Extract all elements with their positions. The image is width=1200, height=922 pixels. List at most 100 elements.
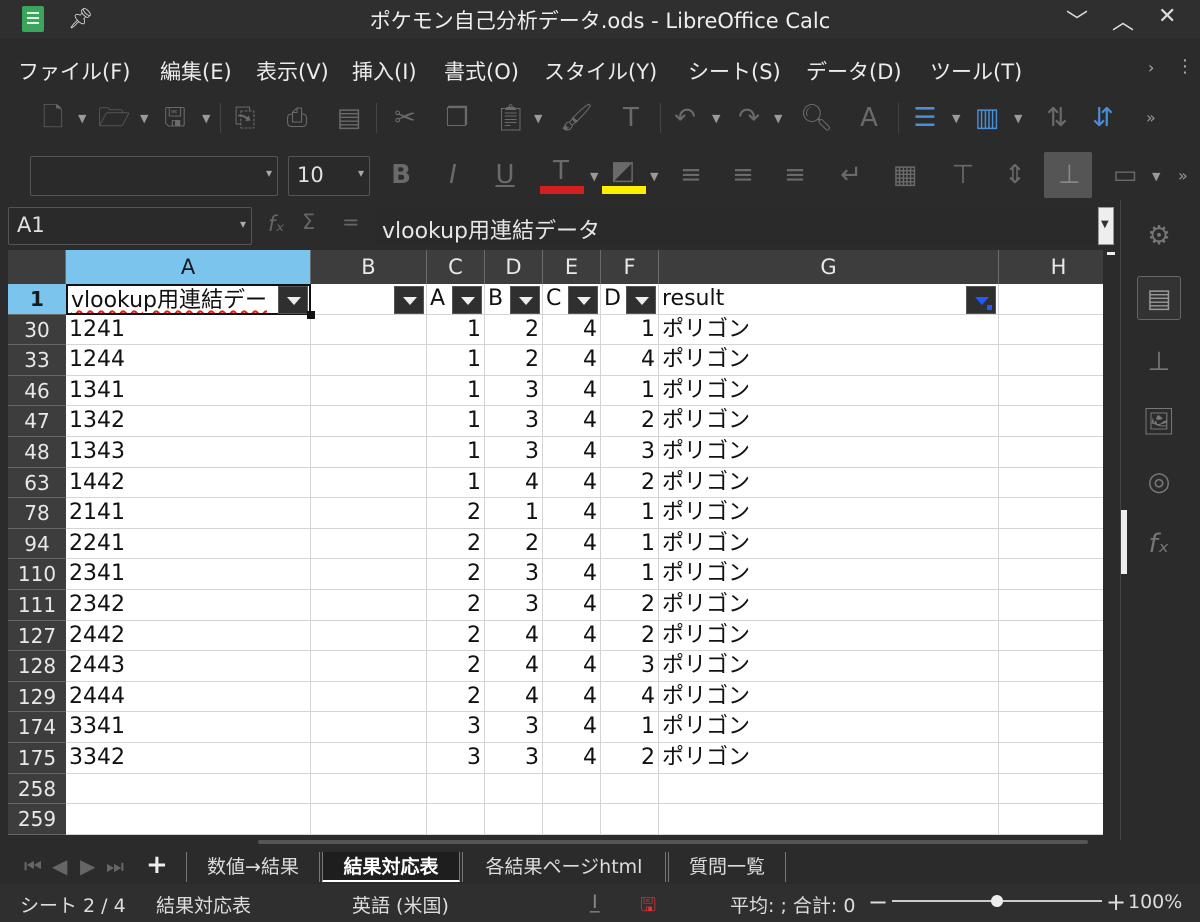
menu-more-icon[interactable]: ⋮	[1176, 56, 1194, 77]
table-cell[interactable]: ポリゴン	[659, 620, 999, 652]
page-icon[interactable]: ⊥	[1137, 340, 1181, 384]
table-cell[interactable]	[999, 712, 1103, 743]
table-cell[interactable]	[311, 773, 427, 805]
paste-icon[interactable]: 📋︎	[494, 103, 527, 133]
table-cell[interactable]	[311, 314, 427, 346]
table-cell[interactable]: 2	[601, 467, 659, 499]
table-cell[interactable]	[311, 528, 427, 560]
table-cell[interactable]: 4	[543, 528, 601, 560]
table-cell[interactable]: 4	[543, 743, 601, 774]
row-header[interactable]: 48	[8, 437, 66, 468]
row-header[interactable]: 63	[8, 467, 66, 499]
table-cell[interactable]: 1	[601, 375, 659, 407]
table-cell[interactable]: 1	[427, 314, 485, 346]
table-cell[interactable]: 4	[543, 681, 601, 713]
sheet-tab-active[interactable]: 結果対応表	[322, 852, 460, 882]
table-cell[interactable]	[999, 774, 1103, 805]
table-cell[interactable]: 4	[543, 620, 601, 652]
table-cell[interactable]: 4	[485, 681, 543, 713]
row-header[interactable]: 47	[8, 406, 66, 437]
autofilter-dropdown-button[interactable]	[626, 286, 656, 314]
table-cell[interactable]: 3	[485, 743, 543, 774]
table-cell[interactable]: 2	[601, 620, 659, 652]
table-cell[interactable]	[311, 651, 427, 682]
table-cell[interactable]: 2	[485, 345, 543, 376]
table-cell[interactable]: 1244	[66, 345, 311, 376]
column-header[interactable]: H	[999, 250, 1103, 284]
paste-dropdown-icon[interactable]: ▼	[534, 112, 542, 125]
zoom-out-button[interactable]: −	[868, 888, 888, 916]
column-header[interactable]: D	[485, 250, 543, 284]
undo-dropdown-icon[interactable]: ▼	[712, 112, 720, 125]
styles-icon[interactable]: ▤	[1137, 276, 1181, 320]
number-format-icon[interactable]: ▭	[1110, 160, 1140, 190]
sheet-tab[interactable]: 質問一覧	[668, 852, 786, 882]
underline-icon[interactable]: U	[490, 160, 520, 190]
table-cell[interactable]: 3	[485, 406, 543, 437]
center-vertically-icon[interactable]: ⇕	[1000, 160, 1030, 190]
zoom-slider-knob[interactable]	[991, 895, 1003, 907]
spelling-icon[interactable]: A	[854, 103, 884, 133]
fill-handle[interactable]	[307, 310, 315, 319]
table-cell[interactable]: ポリゴン	[659, 437, 999, 468]
save-icon[interactable]: 🖫︎	[160, 103, 190, 133]
name-box[interactable]: A1 ▾	[8, 207, 252, 245]
column-header[interactable]: F	[601, 250, 659, 284]
table-cell[interactable]: 2	[485, 314, 543, 346]
table-cell[interactable]: 1	[485, 498, 543, 529]
table-cell[interactable]: 2	[427, 590, 485, 621]
table-cell[interactable]	[485, 804, 543, 835]
first-sheet-icon[interactable]: ⏮︎	[24, 854, 42, 878]
table-cell[interactable]: 4	[543, 345, 601, 376]
table-cell[interactable]: 1	[427, 375, 485, 407]
font-color-dropdown-icon[interactable]: ▼	[590, 170, 598, 183]
table-cell[interactable]: 1343	[66, 437, 311, 468]
header-cell[interactable]: vlookup用連結デー	[66, 284, 311, 315]
menu-overflow-icon[interactable]: ›	[1148, 58, 1154, 77]
table-cell[interactable]: ポリゴン	[659, 681, 999, 713]
table-cell[interactable]	[999, 376, 1103, 407]
table-cell[interactable]: 1	[601, 314, 659, 346]
table-cell[interactable]	[999, 468, 1103, 499]
close-button[interactable]: ✕	[1158, 4, 1176, 29]
sheet-tab[interactable]: 数値→結果	[186, 852, 320, 882]
header-cell[interactable]: result	[659, 284, 999, 315]
table-cell[interactable]	[311, 375, 427, 407]
clone-formatting-icon[interactable]: 🖌︎	[560, 103, 593, 133]
column-header[interactable]: A	[66, 250, 311, 284]
table-cell[interactable]: ポリゴン	[659, 345, 999, 376]
table-cell[interactable]: 4	[543, 314, 601, 346]
table-cell[interactable]: ポリゴン	[659, 651, 999, 682]
sum-icon[interactable]: Σ	[302, 210, 315, 234]
table-cell[interactable]: 1	[601, 712, 659, 743]
merge-cells-icon[interactable]: ▦	[890, 160, 920, 190]
table-cell[interactable]	[311, 590, 427, 621]
table-cell[interactable]: 1341	[66, 375, 311, 407]
table-cell[interactable]: 1	[427, 345, 485, 376]
row-header[interactable]: 175	[8, 743, 66, 774]
table-cell[interactable]: 4	[543, 406, 601, 437]
table-cell[interactable]: 4	[601, 345, 659, 376]
table-cell[interactable]: 3	[485, 590, 543, 621]
function-wizard-icon[interactable]: fₓ	[268, 212, 285, 236]
row-icon[interactable]: ☰	[910, 103, 940, 133]
table-cell[interactable]	[999, 498, 1103, 529]
gallery-icon[interactable]: 🖼︎	[1137, 400, 1181, 444]
sort-icon[interactable]: ⇅	[1042, 103, 1072, 133]
column-dropdown-icon[interactable]: ▼	[1014, 112, 1022, 125]
table-cell[interactable]	[659, 773, 999, 805]
row-dropdown-icon[interactable]: ▼	[952, 112, 960, 125]
column-icon[interactable]: ▥	[972, 103, 1002, 133]
maximize-button[interactable]: ︿	[1112, 4, 1134, 36]
table-cell[interactable]	[485, 773, 543, 805]
table-cell[interactable]: 2241	[66, 528, 311, 560]
table-cell[interactable]: 2443	[66, 651, 311, 682]
menu-data[interactable]: データ(D)	[806, 56, 902, 86]
redo-icon[interactable]: ↷	[734, 103, 764, 133]
table-cell[interactable]: 4	[543, 712, 601, 743]
table-cell[interactable]: 1	[427, 437, 485, 468]
table-cell[interactable]	[601, 773, 659, 805]
next-sheet-icon[interactable]: ▶	[80, 854, 95, 878]
chevron-down-icon[interactable]: ▾	[358, 166, 364, 180]
table-cell[interactable]: ポリゴン	[659, 712, 999, 743]
